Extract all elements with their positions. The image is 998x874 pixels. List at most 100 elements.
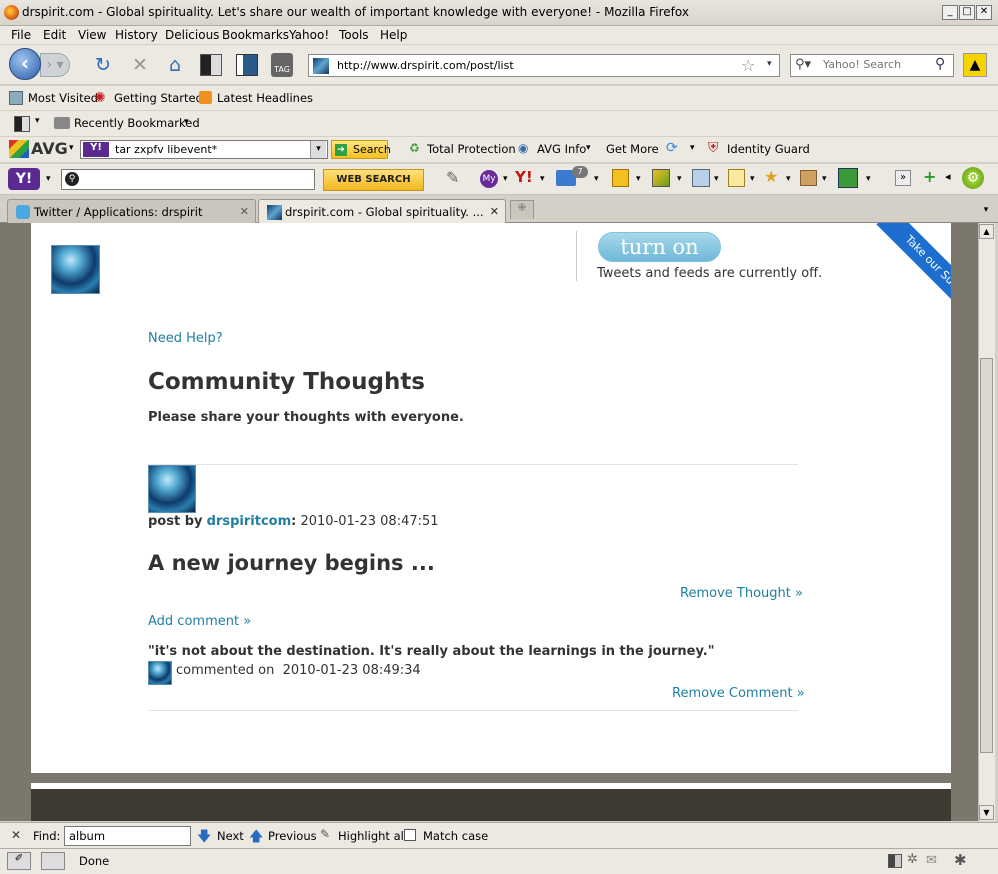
avg-dropdown-icon[interactable]: ▾ bbox=[69, 143, 74, 153]
favorites-dropdown-icon[interactable]: ▾ bbox=[786, 174, 791, 184]
yahoo-notes-icon[interactable] bbox=[728, 169, 745, 187]
my-yahoo-icon[interactable]: My bbox=[480, 170, 498, 188]
yahoo-logo-icon[interactable]: Y! bbox=[8, 168, 40, 190]
yahoo-search-input[interactable]: ⚲ bbox=[61, 169, 315, 190]
avg-info-dropdown-icon[interactable]: ▾ bbox=[586, 143, 591, 153]
yahoo-messenger-icon[interactable] bbox=[800, 170, 817, 186]
close-tab-icon[interactable]: ✕ bbox=[490, 205, 499, 218]
home-icon[interactable]: ⌂ bbox=[163, 53, 187, 77]
avg-get-more[interactable]: Get More bbox=[606, 142, 659, 156]
forward-button[interactable]: › ▾ bbox=[40, 53, 70, 77]
toolbar-scroll-left-icon[interactable]: ◂ bbox=[945, 170, 951, 183]
search-go-icon[interactable]: ⚲ bbox=[935, 56, 945, 72]
minimize-button[interactable]: _ bbox=[942, 5, 958, 20]
address-bar[interactable]: http://www.drspirit.com/post/list ☆ ▾ bbox=[308, 54, 780, 77]
match-case-label[interactable]: Match case bbox=[423, 829, 488, 843]
add-comment-link[interactable]: Add comment » bbox=[148, 614, 251, 629]
avg-search-button[interactable]: ➔ Search bbox=[331, 140, 391, 159]
stop-icon[interactable]: ✕ bbox=[128, 53, 152, 77]
match-case-checkbox[interactable] bbox=[404, 829, 416, 841]
yahoo-calendar-icon[interactable] bbox=[838, 168, 858, 188]
yahoo-favorites-icon[interactable]: ★ bbox=[764, 167, 778, 186]
bookmark-star-icon[interactable]: ☆ bbox=[741, 56, 755, 75]
yahoo-pencil-icon[interactable]: ✎ bbox=[446, 168, 459, 187]
yahoo-search-icon[interactable]: Y! bbox=[83, 142, 109, 157]
scroll-up-arrow[interactable]: ▲ bbox=[979, 224, 994, 239]
menu-bookmarks[interactable]: Bookmarks bbox=[222, 28, 289, 42]
url-dropdown-icon[interactable]: ▾ bbox=[767, 59, 772, 69]
delicious-dropdown-icon[interactable]: ▾ bbox=[35, 116, 40, 126]
toolbar-addon-icon[interactable]: ▲ bbox=[963, 53, 987, 77]
menu-help[interactable]: Help bbox=[380, 28, 407, 42]
post-author-avatar[interactable] bbox=[148, 465, 196, 513]
scroll-thumb[interactable] bbox=[980, 358, 993, 753]
need-help-link[interactable]: Need Help? bbox=[148, 331, 223, 346]
delicious-tag-icon[interactable]: TAG bbox=[271, 53, 293, 77]
yahoo-menu-dropdown-icon[interactable]: ▾ bbox=[46, 174, 51, 184]
menu-yahoo[interactable]: Yahoo! bbox=[289, 28, 329, 42]
search-input[interactable] bbox=[823, 58, 933, 71]
close-findbar-icon[interactable]: ✕ bbox=[11, 828, 21, 842]
find-input[interactable]: album bbox=[64, 826, 191, 846]
yahoo-games-icon[interactable] bbox=[652, 169, 670, 187]
yahoo-web-search-button[interactable]: WEB SEARCH bbox=[323, 169, 424, 191]
find-previous-button[interactable]: Previous bbox=[268, 829, 317, 843]
survey-ribbon-label[interactable]: Take our Survey bbox=[876, 223, 951, 331]
status-mail-icon[interactable]: ✉ bbox=[926, 853, 937, 868]
back-button[interactable]: ‹ bbox=[9, 48, 41, 80]
avg-total-protection[interactable]: Total Protection bbox=[427, 142, 516, 156]
menu-file[interactable]: File bbox=[11, 28, 31, 42]
close-tab-icon[interactable]: ✕ bbox=[240, 205, 249, 218]
avg-search-query[interactable]: tar zxpfv libevent* bbox=[115, 143, 217, 156]
screen-grab-icon[interactable] bbox=[200, 54, 222, 76]
recently-bookmarked-menu[interactable]: Recently Bookmarked bbox=[74, 116, 200, 130]
tab-list-icon[interactable]: ▾ bbox=[978, 202, 994, 218]
status-bug-icon[interactable]: ✱ bbox=[954, 851, 967, 869]
search-engine-icon[interactable]: ⚲▾ bbox=[795, 57, 811, 72]
calendar-dropdown-icon[interactable]: ▾ bbox=[866, 174, 871, 184]
yahoo-y-icon[interactable]: Y! bbox=[515, 168, 533, 186]
toolbar-overflow-icon[interactable]: » bbox=[895, 170, 911, 186]
maximize-button[interactable]: □ bbox=[959, 5, 975, 20]
notes-dropdown-icon[interactable]: ▾ bbox=[750, 174, 755, 184]
status-display-icon[interactable] bbox=[41, 852, 65, 870]
close-window-button[interactable]: ✕ bbox=[976, 5, 992, 20]
scroll-down-arrow[interactable]: ▼ bbox=[979, 805, 994, 820]
bookmark-getting-started[interactable]: Getting Started bbox=[114, 91, 203, 105]
url-text[interactable]: http://www.drspirit.com/post/list bbox=[337, 59, 514, 72]
bookmark-latest-headlines[interactable]: Latest Headlines bbox=[217, 91, 313, 105]
tab-drspirit[interactable]: drspirit.com - Global spirituality. ... … bbox=[258, 199, 506, 224]
find-next-button[interactable]: Next bbox=[217, 829, 244, 843]
yahoo-settings-icon[interactable]: ⚙ bbox=[962, 167, 984, 189]
avg-search-field[interactable]: Y! tar zxpfv libevent* ▾ bbox=[80, 140, 328, 159]
yahoo-bookmarks-icon[interactable] bbox=[692, 169, 710, 187]
avg-news-icon[interactable]: ⟳ bbox=[666, 140, 678, 156]
avg-identity-guard[interactable]: Identity Guard bbox=[727, 142, 810, 156]
remove-thought-link[interactable]: Remove Thought » bbox=[680, 586, 803, 601]
games-dropdown-icon[interactable]: ▾ bbox=[677, 174, 682, 184]
bookmark-most-visited[interactable]: Most Visited bbox=[28, 91, 98, 105]
remove-comment-link[interactable]: Remove Comment » bbox=[672, 686, 805, 701]
post-author-link[interactable]: drspiritcom bbox=[207, 514, 291, 529]
reload-icon[interactable]: ↻ bbox=[91, 53, 115, 77]
highlight-all-button[interactable]: Highlight all bbox=[338, 829, 407, 843]
status-delicious-icon[interactable] bbox=[888, 854, 902, 868]
new-tab-button[interactable]: ⁜ bbox=[510, 200, 534, 219]
yahoo-y-dropdown-icon[interactable]: ▾ bbox=[540, 174, 545, 184]
sidebar-icon[interactable] bbox=[236, 54, 258, 76]
status-pencil-icon[interactable]: ✐ bbox=[7, 852, 31, 870]
delicious-icon[interactable] bbox=[14, 116, 30, 132]
menu-edit[interactable]: Edit bbox=[43, 28, 66, 42]
yahoo-notepad-icon[interactable] bbox=[612, 169, 629, 187]
notepad-dropdown-icon[interactable]: ▾ bbox=[636, 174, 641, 184]
menu-history[interactable]: History bbox=[115, 28, 158, 42]
status-network-icon[interactable]: ✲ bbox=[907, 852, 918, 867]
menu-delicious[interactable]: Delicious bbox=[165, 28, 219, 42]
site-logo-avatar[interactable] bbox=[51, 245, 100, 294]
my-yahoo-dropdown-icon[interactable]: ▾ bbox=[503, 174, 508, 184]
survey-ribbon[interactable]: Take our Survey bbox=[873, 223, 951, 333]
add-button-icon[interactable]: + bbox=[923, 167, 936, 186]
avg-query-dropdown-icon[interactable]: ▾ bbox=[310, 141, 326, 158]
messenger-dropdown-icon[interactable]: ▾ bbox=[822, 174, 827, 184]
avg-news-dropdown-icon[interactable]: ▾ bbox=[690, 143, 695, 153]
